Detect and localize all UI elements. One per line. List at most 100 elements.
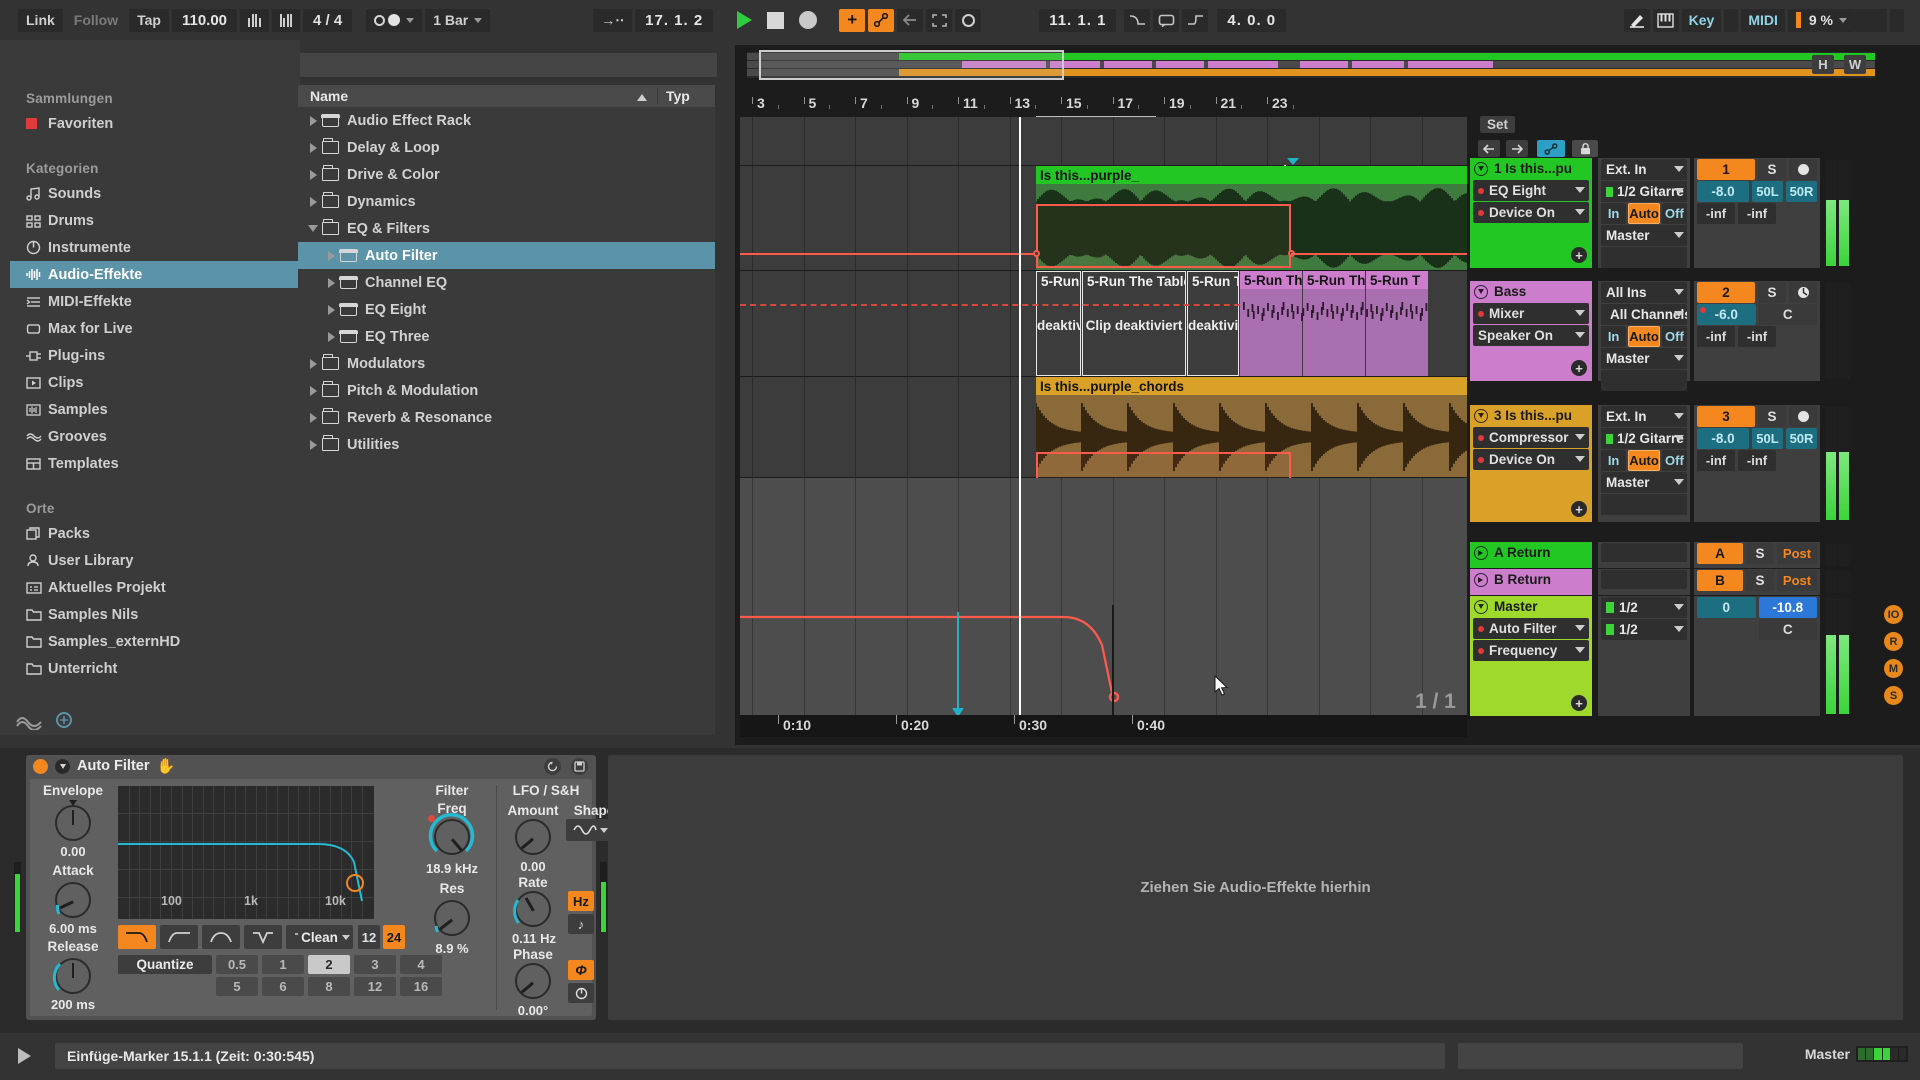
- overview-selection[interactable]: [759, 50, 1064, 80]
- pan-right[interactable]: 50R: [1786, 181, 1817, 202]
- time-ruler[interactable]: 0:10 0:20 0:30 0:40: [740, 715, 1467, 737]
- highpass-icon[interactable]: [160, 925, 198, 949]
- sidebar-item-templates[interactable]: Templates: [10, 450, 300, 477]
- track-header[interactable]: Master Auto Filter Frequency +: [1470, 596, 1592, 716]
- automation-node[interactable]: [1033, 250, 1040, 257]
- tree-row[interactable]: EQ Eight: [298, 296, 715, 323]
- input-channel-selector[interactable]: All Channels: [1601, 304, 1687, 325]
- device-slot-2[interactable]: Device On: [1473, 449, 1589, 470]
- track-volume[interactable]: -8.0: [1697, 181, 1749, 202]
- output-selector[interactable]: Master: [1601, 225, 1687, 246]
- quantize-label[interactable]: Quantize: [118, 955, 212, 974]
- r-icon[interactable]: R: [1884, 632, 1903, 651]
- track-number[interactable]: 1: [1697, 159, 1755, 180]
- tree-row[interactable]: Audio Effect Rack: [298, 107, 715, 134]
- solo-button[interactable]: S: [1758, 406, 1786, 427]
- arrangement-overview[interactable]: [747, 50, 1875, 80]
- record-arm-icon[interactable]: [1789, 406, 1817, 427]
- metronome-toggle-button[interactable]: [366, 8, 423, 32]
- tree-row[interactable]: Channel EQ: [298, 269, 715, 296]
- chevron-right-icon[interactable]: [304, 385, 322, 396]
- automation-line-track1-right[interactable]: [1291, 253, 1467, 255]
- return-io-field[interactable]: [1601, 570, 1687, 589]
- pencil-icon[interactable]: [1623, 8, 1650, 32]
- monitor-in-button[interactable]: In: [1601, 203, 1627, 224]
- device-slot-1[interactable]: Mixer: [1473, 303, 1589, 324]
- notch-icon[interactable]: [244, 925, 282, 949]
- monitor-auto-button[interactable]: Auto: [1628, 326, 1660, 347]
- clip-marker-icon[interactable]: [1287, 158, 1299, 165]
- track-fold-icon[interactable]: [1474, 545, 1488, 560]
- automation-mode-icon[interactable]: [868, 8, 895, 32]
- column-header-type[interactable]: Typ: [657, 88, 715, 104]
- slope-12-button[interactable]: 12: [358, 925, 380, 949]
- sidebar-item-samples-externhd[interactable]: Samples_externHD: [10, 628, 300, 655]
- quantization-selector[interactable]: 1 Bar: [425, 8, 491, 32]
- fade-in-icon[interactable]: [1124, 8, 1151, 32]
- filter-circuit-selector[interactable]: Clean: [298, 925, 353, 949]
- tree-row[interactable]: Delay & Loop: [298, 134, 715, 161]
- column-header-name[interactable]: Name: [298, 88, 657, 104]
- hot-swap-icon[interactable]: [544, 757, 561, 775]
- tree-row[interactable]: Auto Filter: [298, 242, 715, 269]
- track-volume[interactable]: -6.0: [1697, 304, 1756, 325]
- master-pan[interactable]: C: [1758, 619, 1817, 640]
- note-icon[interactable]: ♪: [568, 914, 594, 934]
- device-slot-2[interactable]: Device On: [1473, 202, 1589, 223]
- input-type-selector[interactable]: All Ins: [1601, 282, 1687, 303]
- post-button[interactable]: Post: [1777, 543, 1817, 564]
- arrangement-position-field[interactable]: 17. 1. 2: [635, 8, 714, 32]
- track-name[interactable]: Master: [1470, 596, 1592, 617]
- status-secondary-field[interactable]: [1458, 1043, 1743, 1069]
- sidebar-item-samples-nils[interactable]: Samples Nils: [10, 601, 300, 628]
- chevron-right-icon[interactable]: [304, 196, 322, 207]
- nudge-icon[interactable]: [271, 8, 301, 32]
- chevron-right-icon[interactable]: [304, 115, 322, 126]
- solo-button[interactable]: S: [1746, 570, 1774, 591]
- sidebar-item-drums[interactable]: Drums: [10, 207, 300, 234]
- return-io-field[interactable]: [1601, 543, 1687, 562]
- clip-track2[interactable]: 5-Run Th deaktivi: [1187, 271, 1239, 376]
- cue-point-marker[interactable]: [957, 612, 959, 717]
- master-lane[interactable]: [740, 478, 1467, 715]
- midi-arm-icon[interactable]: [1789, 282, 1817, 303]
- output-channel-selector[interactable]: [1601, 247, 1687, 268]
- loop-toggle-icon[interactable]: [1153, 8, 1180, 32]
- loop-start-field[interactable]: 11. 1. 1: [1039, 8, 1117, 32]
- peak-left[interactable]: -inf: [1697, 326, 1735, 347]
- monitor-off-button[interactable]: Off: [1661, 203, 1688, 224]
- track-name[interactable]: B Return: [1470, 569, 1592, 590]
- device-slot-2[interactable]: Frequency: [1473, 640, 1589, 661]
- sidebar-item-plug-ins[interactable]: Plug-ins: [10, 342, 300, 369]
- release-knob[interactable]: [36, 958, 110, 994]
- input-channel-selector[interactable]: 1/2 Gitarre: [1601, 181, 1687, 202]
- sidebar-item-favoriten[interactable]: Favoriten: [10, 110, 300, 137]
- quantize-2[interactable]: 2: [308, 955, 350, 974]
- sidebar-item-user-library[interactable]: User Library: [10, 547, 300, 574]
- overview-width-button[interactable]: W: [1844, 55, 1866, 74]
- add-folder-icon[interactable]: [56, 712, 72, 728]
- device-link-icon[interactable]: [1537, 140, 1565, 157]
- device-fold-icon[interactable]: [55, 758, 70, 774]
- tap-tempo-button[interactable]: Tap: [129, 8, 169, 32]
- bandpass-icon[interactable]: [202, 925, 240, 949]
- s-icon[interactable]: S: [1884, 686, 1903, 705]
- pan-right[interactable]: 50R: [1786, 428, 1817, 449]
- fade-out-icon[interactable]: [1182, 8, 1209, 32]
- pan-left[interactable]: 50L: [1752, 181, 1783, 202]
- track-header[interactable]: Bass Mixer Speaker On +: [1470, 281, 1592, 381]
- monitor-auto-button[interactable]: Auto: [1628, 203, 1660, 224]
- solo-button[interactable]: S: [1758, 159, 1786, 180]
- envelope-amount-knob[interactable]: [36, 800, 110, 841]
- output-channel-selector[interactable]: [1601, 494, 1687, 515]
- filter-handle[interactable]: [346, 874, 364, 892]
- peak-right[interactable]: -inf: [1738, 326, 1776, 347]
- add-device-button[interactable]: +: [1571, 360, 1587, 376]
- chevron-right-icon[interactable]: [322, 277, 340, 288]
- add-device-button[interactable]: +: [1571, 247, 1587, 263]
- midi-map-button[interactable]: MIDI: [1741, 8, 1785, 32]
- lock-icon[interactable]: [1572, 140, 1598, 157]
- tree-row[interactable]: Dynamics: [298, 188, 715, 215]
- slope-24-button[interactable]: 24: [383, 925, 405, 949]
- track-header[interactable]: 3 Is this...pu Compressor Device On +: [1470, 405, 1592, 522]
